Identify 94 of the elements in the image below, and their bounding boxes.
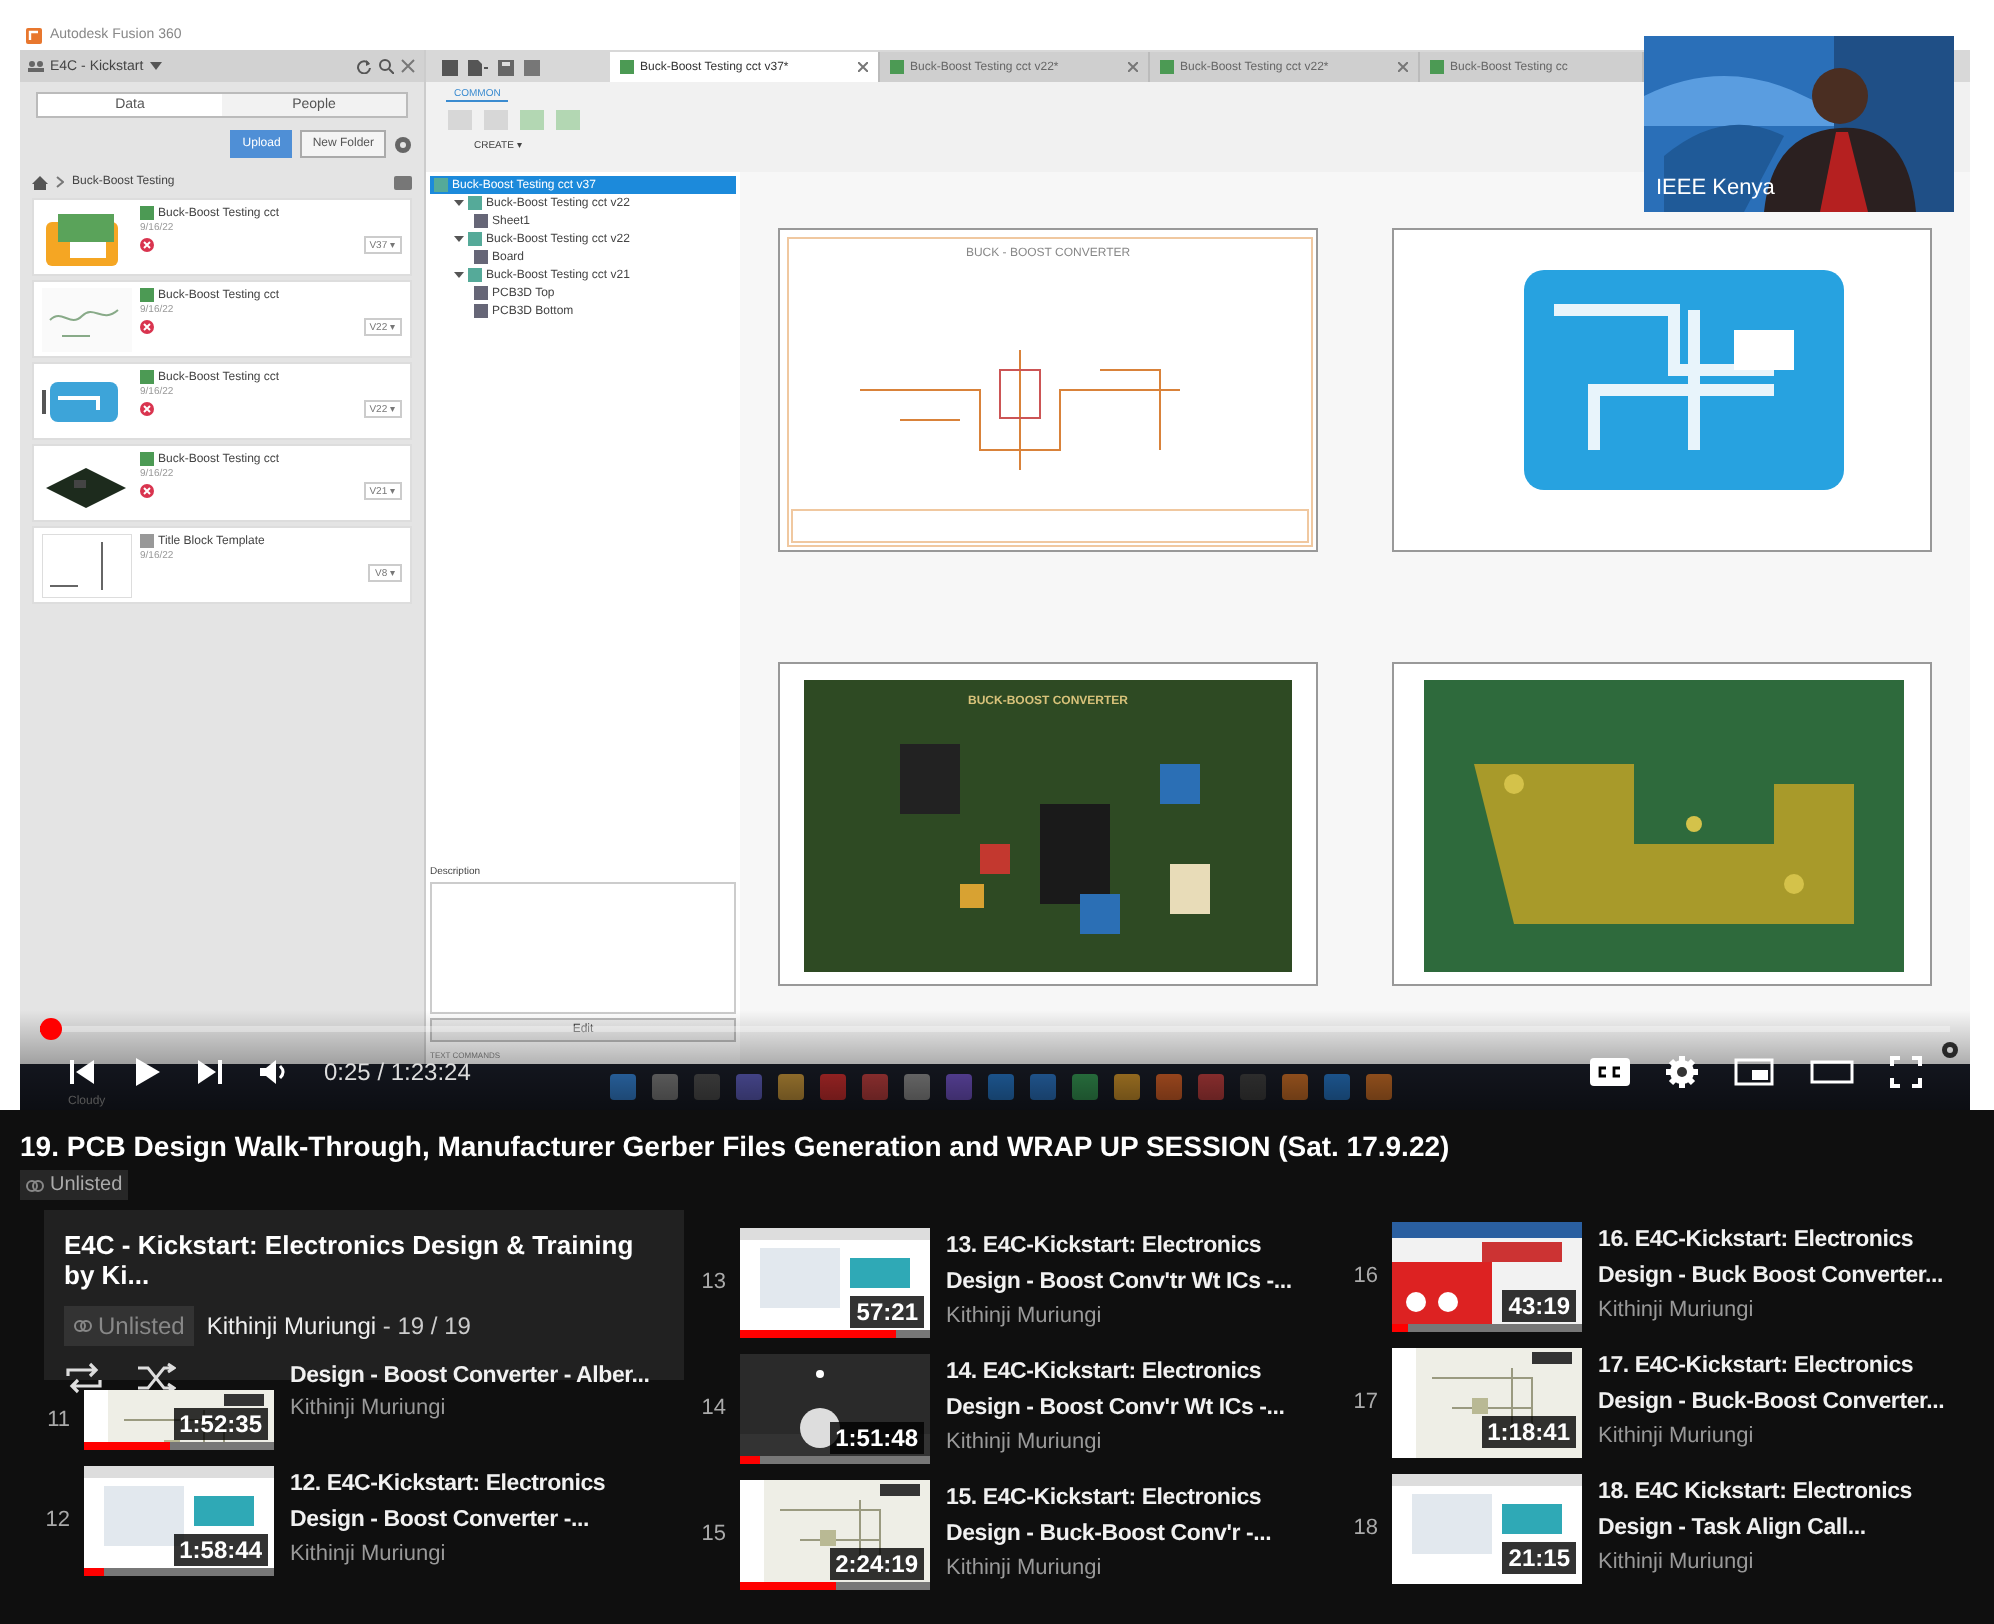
playlist-item[interactable]: 17 1:18:41 17. E4C-Kickstart: Electronics Design - Buck-Boost Converter... Kithinji Muriungi [1352, 1347, 1972, 1457]
design-icon [1160, 60, 1174, 74]
duration-badge: 43:19 [1502, 1289, 1576, 1321]
design-icon [140, 206, 154, 220]
close-icon[interactable] [1398, 62, 1408, 72]
playlist-item[interactable]: 15 2:24:19 15. E4C-Kickstart: Electronics Design - Buck-Boost Conv'r -... Kithinji Muriungi [700, 1479, 1336, 1589]
save-icon[interactable] [498, 60, 514, 76]
channel-name: Kithinji Muriungi [1598, 1423, 1756, 1447]
theater-mode-icon[interactable] [1810, 1058, 1854, 1086]
previous-icon[interactable] [68, 1058, 96, 1086]
playlist-owner: Kithinji Muriungi - 19 / 19 [206, 1311, 471, 1339]
caret-icon[interactable] [454, 234, 464, 244]
design-icon [140, 534, 154, 548]
duration-badge: 2:24:19 [829, 1547, 924, 1579]
video-item-title: 15. E4C-Kickstart: Electronics Design - Buck-Boost Conv'r -... [946, 1483, 1274, 1549]
caret-icon[interactable] [454, 270, 464, 280]
playlist-item[interactable]: 18 21:15 18. E4C Kickstart: Electronics Design - Task Align Call... Kithinji Muriungi [1352, 1473, 1972, 1583]
design-icon [140, 288, 154, 302]
video-item-title: 17. E4C-Kickstart: Electronics Design - Buck-Boost Converter... [1598, 1351, 1947, 1417]
playlist-item[interactable]: 14 1:51:48 14. E4C-Kickstart: Electronics Design - Boost Conv'r Wt ICs -... Kithinji Muriungi [700, 1353, 1336, 1463]
next-icon[interactable] [196, 1058, 224, 1086]
fullscreen-icon[interactable] [1890, 1056, 1922, 1088]
time-display: 0:25 / 1:23:24 [324, 1058, 471, 1086]
design-icon [140, 452, 154, 466]
volume-icon[interactable] [260, 1058, 288, 1086]
duration-badge: 21:15 [1502, 1541, 1576, 1573]
channel-name: Kithinji Muriungi [946, 1303, 1104, 1327]
app-logo-icon [26, 27, 42, 43]
close-icon[interactable] [400, 58, 416, 74]
item-number: 11 [45, 1407, 70, 1431]
search-icon[interactable] [378, 58, 394, 74]
video-item-title: 12. E4C-Kickstart: Electronics Design - Boost Converter -... [290, 1469, 608, 1535]
refresh-icon[interactable] [356, 58, 372, 74]
video-item-title: 16. E4C-Kickstart: Electronics Design - Buck Boost Converter... [1598, 1225, 1946, 1291]
captions-icon[interactable] [1590, 1058, 1630, 1086]
team-icon [28, 60, 44, 72]
duration-badge: 1:18:41 [1481, 1415, 1576, 1447]
design-icon [468, 196, 482, 210]
channel-name: Kithinji Muriungi [290, 1395, 448, 1419]
duration-badge: 1:58:44 [173, 1533, 268, 1565]
item-number: 15 [700, 1522, 726, 1546]
miniplayer-icon[interactable] [1734, 1058, 1774, 1086]
channel-name: Kithinji Muriungi [290, 1541, 448, 1565]
channel-name: Kithinji Muriungi [1598, 1549, 1756, 1573]
settings-icon[interactable] [1666, 1056, 1698, 1088]
video-title: 19. PCB Design Walk-Through, Manufacturer Gerber Files Generation and WRAP UP SESSION (Sat. 17.9.22) [20, 1130, 1452, 1162]
playlist-item[interactable]: 12 1:58:44 12. E4C-Kickstart: Electronics Design - Boost Converter -... Kithinji Muriungi [44, 1465, 684, 1575]
link-icon [74, 1319, 92, 1331]
help-icon[interactable] [1942, 1042, 1958, 1058]
file-icon[interactable] [468, 60, 488, 76]
badge-label: Unlisted [98, 1311, 185, 1339]
playlist-item[interactable]: 16 43:19 16. E4C-Kickstart: Electronics Design - Buck Boost Converter... Kithinji Muriungi [1352, 1221, 1972, 1331]
item-number: 13 [700, 1270, 726, 1294]
playlist-title[interactable]: E4C - Kickstart: Electronics Design & Training by Ki... [64, 1229, 664, 1289]
loop-icon[interactable] [64, 1361, 104, 1393]
item-number: 17 [1352, 1390, 1378, 1414]
design-icon [140, 370, 154, 384]
design-icon [890, 60, 904, 74]
video-item-title: Design - Boost Converter - Alber... [290, 1361, 652, 1391]
design-icon [620, 60, 634, 74]
playlist-item[interactable]: 13 57:21 13. E4C-Kickstart: Electronics Design - Boost Conv'tr Wt ICs -... Kithinji Muriungi [700, 1227, 1336, 1337]
duration-badge: 1:52:35 [173, 1407, 268, 1439]
duration-badge: 1:51:48 [829, 1421, 924, 1453]
video-item-title: 14. E4C-Kickstart: Electronics Design - Boost Conv'r Wt ICs -... [946, 1357, 1287, 1423]
shuffle-icon[interactable] [136, 1361, 176, 1393]
close-icon[interactable] [1128, 62, 1138, 72]
item-number: 18 [1352, 1516, 1378, 1540]
image-icon [474, 214, 488, 228]
design-icon [434, 178, 448, 192]
video-item-title: 18. E4C Kickstart: Electronics Design - Task Align Call... [1598, 1477, 1914, 1543]
play-icon[interactable] [132, 1058, 160, 1086]
link-icon [26, 1179, 44, 1191]
video-item-title: 13. E4C-Kickstart: Electronics Design - Boost Conv'tr Wt ICs -... [946, 1231, 1294, 1297]
channel-name: Kithinji Muriungi [946, 1429, 1104, 1453]
channel-name: Kithinji Muriungi [1598, 1297, 1756, 1321]
home-icon[interactable] [32, 175, 48, 189]
chevron-icon [56, 176, 64, 188]
video-overlay-label: IEEE Kenya [1656, 176, 1775, 200]
duration-badge: 57:21 [850, 1295, 924, 1327]
image-icon [474, 250, 488, 264]
design-icon [1430, 60, 1444, 74]
badge-label: Unlisted [50, 1174, 123, 1196]
caret-icon[interactable] [149, 62, 162, 70]
design-icon [468, 232, 482, 246]
close-icon[interactable] [858, 62, 868, 72]
design-icon [468, 268, 482, 282]
item-number: 14 [700, 1396, 726, 1420]
channel-name: Kithinji Muriungi [946, 1555, 1104, 1579]
sheet-thumbnail-drawing [42, 534, 132, 598]
folder-icon[interactable] [394, 174, 412, 190]
caret-icon[interactable] [454, 198, 464, 208]
item-number: 16 [1352, 1264, 1378, 1288]
description-field[interactable] [430, 882, 736, 1014]
item-number: 12 [44, 1508, 70, 1532]
